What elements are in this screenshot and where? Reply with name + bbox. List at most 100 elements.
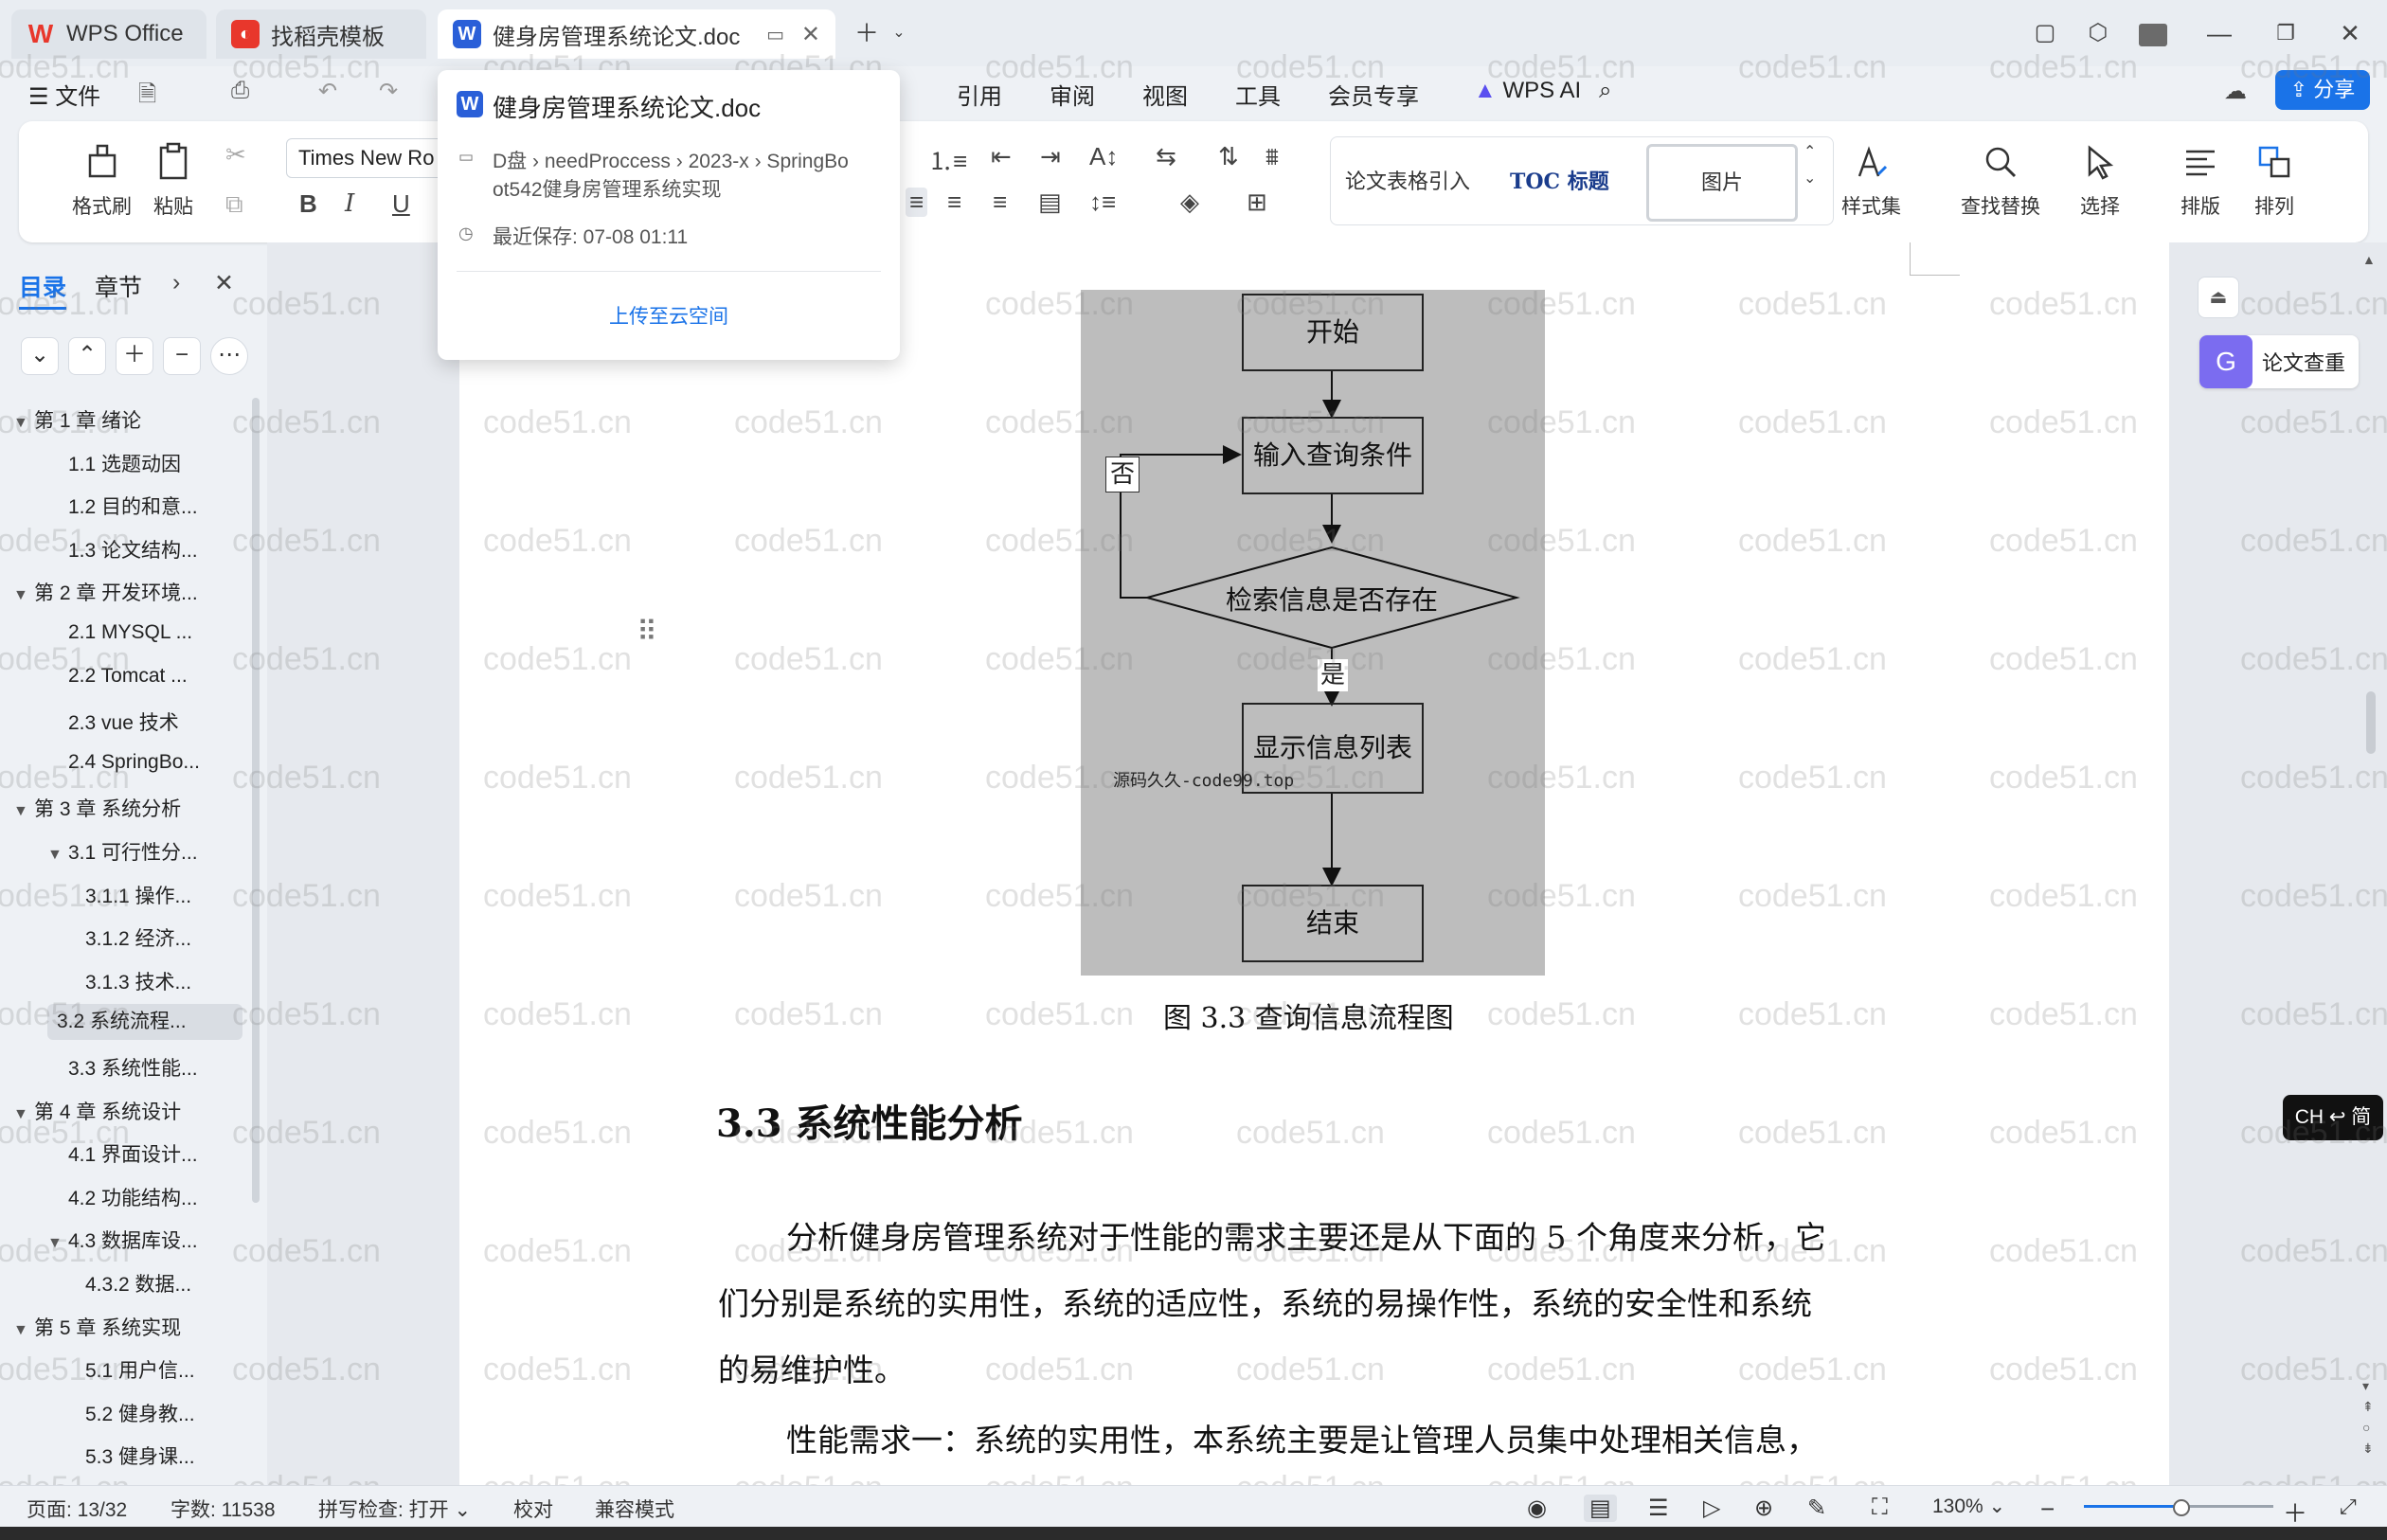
ime-indicator[interactable]: CH ↩ 简 xyxy=(2283,1095,2383,1140)
collapse-panel-icon[interactable]: ⏏ xyxy=(2198,277,2239,318)
menu-view[interactable]: 视图 xyxy=(1142,78,1188,111)
convert-icon[interactable]: ⇆ xyxy=(1156,142,1176,171)
window-mode-icon[interactable]: ▭ xyxy=(766,23,784,46)
expand-triangle-icon[interactable]: ▼ xyxy=(13,587,34,604)
numbered-list-icon[interactable]: ⒈≡ xyxy=(928,142,967,177)
toc-item[interactable]: 3.2 系统流程... xyxy=(47,1004,242,1041)
eye-icon[interactable]: ◉ xyxy=(1527,1495,1547,1522)
shading-icon[interactable]: ◈ xyxy=(1180,188,1199,217)
toc-item[interactable]: 3.1.3 技术... xyxy=(23,967,191,995)
align-center-icon[interactable]: ≡ xyxy=(947,188,961,217)
upload-cloud-link[interactable]: 上传至云空间 xyxy=(438,301,900,330)
tab-toc[interactable]: 目录 xyxy=(19,269,67,310)
toc-item[interactable]: 4.1 界面设计... xyxy=(23,1139,198,1168)
increase-indent-icon[interactable]: ⇥ xyxy=(1040,142,1061,171)
zoom-level[interactable]: 130% ⌄ xyxy=(1932,1495,2005,1518)
ruler-icon[interactable]: ⩩ xyxy=(1265,142,1279,172)
format-painter-button[interactable]: 格式刷 xyxy=(72,140,132,220)
window-layout-icon[interactable]: ▢ xyxy=(2029,17,2061,49)
paste-button[interactable]: 粘贴 xyxy=(152,140,195,220)
word-count[interactable]: 字数: 11538 xyxy=(170,1495,276,1523)
style-toc-heading[interactable]: TOC 标题 xyxy=(1510,165,1609,195)
chevron-down-icon[interactable]: ⌄ xyxy=(883,17,915,49)
select-button[interactable]: 选择 xyxy=(2078,140,2122,220)
toc-item[interactable]: 4.3.2 数据... xyxy=(23,1269,191,1298)
save-icon[interactable]: 🗎 xyxy=(138,78,156,116)
zoom-out-icon[interactable]: − xyxy=(2040,1495,2055,1524)
justify-icon[interactable]: ▤ xyxy=(1038,188,1062,217)
flowchart-figure[interactable]: 开始 输入查询条件 检索信息是否存在 否 是 显示信息列表 源码久久-code9… xyxy=(1081,290,1545,976)
align-right-icon[interactable]: ≡ xyxy=(993,188,1007,217)
drag-handle-icon[interactable]: ⠿ xyxy=(637,616,657,649)
tab-wps-office[interactable]: W WPS Office xyxy=(11,9,206,59)
border-icon[interactable]: ⊞ xyxy=(1247,188,1267,217)
sort-icon[interactable]: ⇅ xyxy=(1218,142,1239,171)
cut-icon[interactable]: ✂ xyxy=(225,140,246,170)
fullscreen-icon[interactable]: ⤢ xyxy=(2340,1495,2357,1519)
web-view-icon[interactable]: ⊕ xyxy=(1754,1495,1773,1522)
page-view-icon[interactable]: ▤ xyxy=(1584,1495,1617,1522)
play-icon[interactable]: ▷ xyxy=(1703,1495,1720,1522)
spell-check-toggle[interactable]: 拼写检查: 打开 ⌄ xyxy=(318,1495,471,1523)
outline-view-icon[interactable]: ☰ xyxy=(1648,1495,1669,1522)
toc-item[interactable]: 1.1 选题动因 xyxy=(23,449,181,477)
toc-item[interactable]: 2.3 vue 技术 xyxy=(23,707,179,736)
cloud-icon[interactable]: ☁ xyxy=(2224,78,2247,105)
toc-item[interactable]: 5.2 健身教... xyxy=(23,1399,195,1427)
file-menu[interactable]: ☰ 文件 xyxy=(28,78,100,111)
collapse-up-icon[interactable]: ⌃ xyxy=(68,337,106,375)
expand-triangle-icon[interactable]: ▼ xyxy=(13,803,34,820)
toc-item[interactable]: ▼ 第 5 章 系统实现 xyxy=(13,1313,190,1341)
align-left-icon[interactable]: ≡ xyxy=(906,188,928,217)
toc-item[interactable]: ▼ 3.1 可行性分... xyxy=(23,837,198,866)
arrange-button[interactable]: 排列 xyxy=(2252,140,2296,220)
find-replace-button[interactable]: 查找替换 xyxy=(1961,140,2040,220)
copy-icon[interactable]: ⧉ xyxy=(225,189,243,220)
expand-triangle-icon[interactable]: ▼ xyxy=(13,415,34,432)
popup-path[interactable]: D盘 › needProccess › 2023-x › SpringBo ot5… xyxy=(493,146,849,203)
scroll-up-icon[interactable]: ▲ xyxy=(2362,252,2376,267)
close-window-icon[interactable]: ✕ xyxy=(2334,17,2366,49)
share-button[interactable]: ⇪ 分享 xyxy=(2275,70,2370,110)
expand-triangle-icon[interactable]: ▼ xyxy=(47,847,68,864)
proofread-button[interactable]: 校对 xyxy=(513,1495,553,1523)
zoom-in-icon[interactable]: ＋ xyxy=(2283,1495,2307,1530)
minimize-icon[interactable]: — xyxy=(2203,17,2235,49)
menu-tools[interactable]: 工具 xyxy=(1235,78,1281,111)
toc-item[interactable]: 5.3 健身课... xyxy=(23,1442,195,1470)
avatar[interactable] xyxy=(2137,17,2169,49)
undo-icon[interactable]: ↶ xyxy=(318,78,337,105)
expand-triangle-icon[interactable]: ▼ xyxy=(47,1235,68,1252)
zoom-slider-thumb[interactable] xyxy=(2173,1499,2190,1516)
bold-icon[interactable]: B xyxy=(299,189,317,219)
toc-item[interactable]: ▼ 第 2 章 开发环境... xyxy=(13,578,207,606)
expand-triangle-icon[interactable]: ▼ xyxy=(13,1322,34,1339)
font-family-select[interactable]: Times New Ro xyxy=(286,138,451,178)
document-scrollbar[interactable] xyxy=(2366,691,2376,754)
nav-scrollbar[interactable] xyxy=(252,398,260,1203)
tab-docer-templates[interactable]: ◐ 找稻壳模板 xyxy=(216,9,426,59)
toc-item[interactable]: ▼ 第 3 章 系统分析 xyxy=(13,794,190,822)
cube-icon[interactable]: ⬡ xyxy=(2082,17,2114,49)
style-paper-table[interactable]: 论文表格引入 xyxy=(1345,165,1470,195)
fit-page-icon[interactable]: ⛶ xyxy=(1872,1495,1888,1521)
more-options-icon[interactable]: ⋯ xyxy=(210,337,248,375)
tab-document[interactable]: W 健身房管理系统论文.doc ▭ ✕ xyxy=(438,9,835,59)
line-spacing-icon[interactable]: ↕≡ xyxy=(1089,188,1116,217)
toc-item[interactable]: 4.2 功能结构... xyxy=(23,1183,198,1211)
close-tab-icon[interactable]: ✕ xyxy=(801,21,820,48)
gallery-scroll-down-icon[interactable]: ⌄ xyxy=(1804,169,1816,188)
italic-icon[interactable]: I xyxy=(345,189,354,218)
tab-chapter[interactable]: 章节 xyxy=(95,269,142,303)
toc-item[interactable]: 2.2 Tomcat ... xyxy=(23,665,188,688)
toc-item[interactable]: 1.3 论文结构... xyxy=(23,535,198,564)
remove-heading-icon[interactable]: − xyxy=(163,337,201,375)
gallery-scroll-up-icon[interactable]: ⌃ xyxy=(1804,142,1816,161)
menu-review[interactable]: 审阅 xyxy=(1050,78,1095,111)
menu-member[interactable]: 会员专享 xyxy=(1328,78,1419,111)
layout-button[interactable]: 排版 xyxy=(2179,140,2222,220)
search-icon[interactable]: ⌕ xyxy=(1599,78,1611,104)
toc-item[interactable]: 5.1 用户信... xyxy=(23,1355,195,1384)
add-heading-icon[interactable]: ＋ xyxy=(116,337,153,375)
toc-item[interactable]: ▼ 第 1 章 绪论 xyxy=(13,405,151,434)
